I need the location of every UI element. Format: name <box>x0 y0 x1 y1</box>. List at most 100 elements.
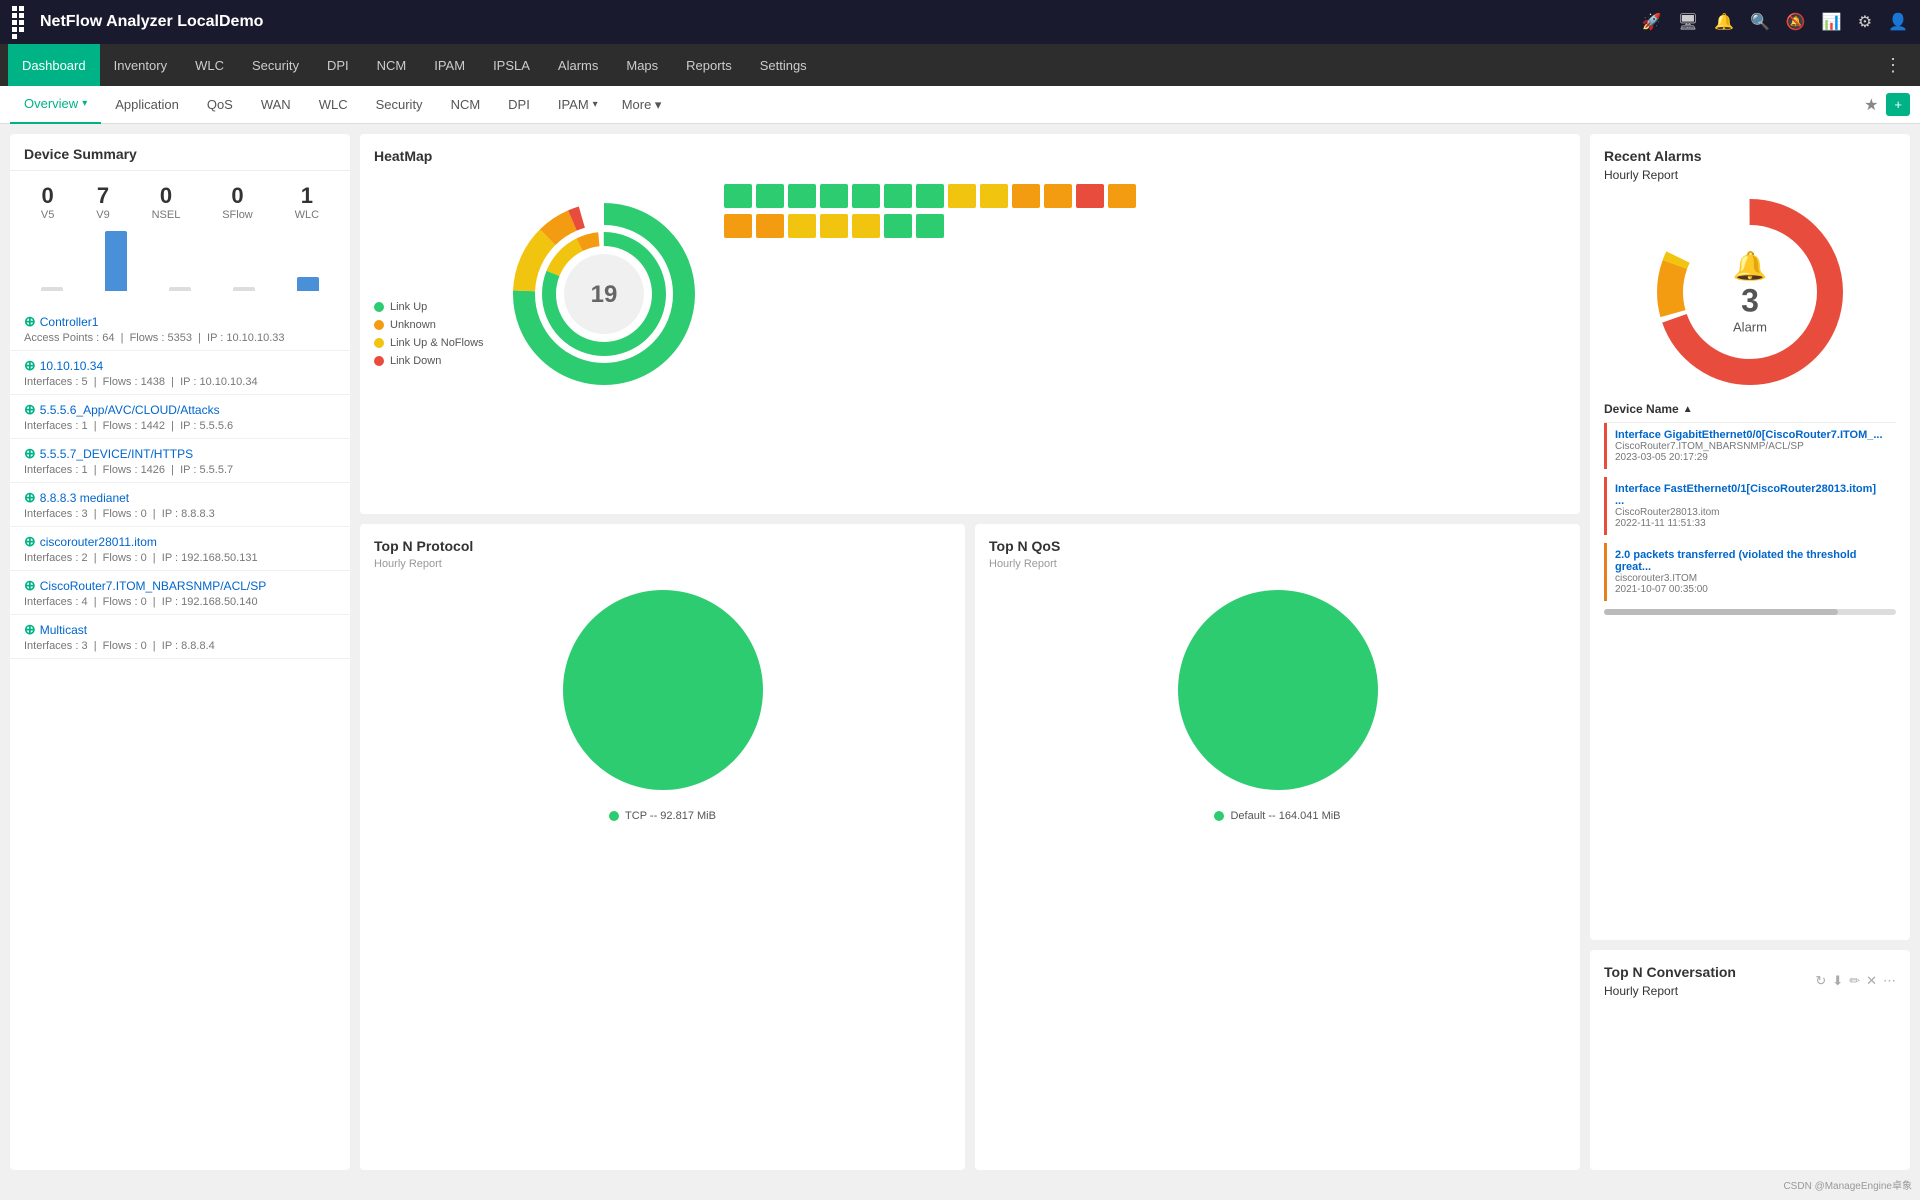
subnav-ncm[interactable]: NCM <box>437 86 495 124</box>
grid-cell[interactable] <box>756 184 784 208</box>
qos-legend-dot <box>1214 811 1224 821</box>
grid-cell[interactable] <box>916 184 944 208</box>
subnav-security[interactable]: Security <box>362 86 437 124</box>
device-name-multicast[interactable]: ⊕ Multicast <box>24 621 336 638</box>
stat-sflow: 0 SFlow <box>222 183 253 221</box>
more-icon[interactable]: ⋯ <box>1883 973 1896 989</box>
subnav-ipam[interactable]: IPAM ▾ <box>544 86 612 124</box>
bell-icon[interactable]: 🔕 <box>1786 12 1806 32</box>
subnav-wan[interactable]: WAN <box>247 86 305 124</box>
heatmap-title: HeatMap <box>374 148 1566 164</box>
nav-item-wlc[interactable]: WLC <box>181 44 238 86</box>
grid-cell[interactable] <box>884 214 912 238</box>
nav-item-dpi[interactable]: DPI <box>313 44 363 86</box>
stat-v9-num: 7 <box>96 183 109 209</box>
grid-cell[interactable] <box>852 184 880 208</box>
legend-linkup-noflows: Link Up & NoFlows <box>374 337 484 349</box>
grid-cell[interactable] <box>1076 184 1104 208</box>
grid-cell[interactable] <box>948 184 976 208</box>
subnav-wlc[interactable]: WLC <box>305 86 362 124</box>
alarm-row-3: 2.0 packets transferred (violated the th… <box>1604 543 1896 601</box>
user-icon[interactable]: 👤 <box>1888 12 1908 32</box>
device-name-5557[interactable]: ⊕ 5.5.5.7_DEVICE/INT/HTTPS <box>24 445 336 462</box>
nav-more-icon[interactable]: ⋮ <box>1874 55 1912 76</box>
nav-item-ncm[interactable]: NCM <box>363 44 421 86</box>
grid-cell[interactable] <box>788 214 816 238</box>
nav-item-reports[interactable]: Reports <box>672 44 746 86</box>
device-name-ciscorouter28011[interactable]: ⊕ ciscorouter28011.itom <box>24 533 336 550</box>
protocol-legend: TCP -- 92.817 MiB <box>374 810 951 822</box>
top-n-qos-subtitle: Hourly Report <box>989 558 1566 570</box>
expand-icon: ⊕ <box>24 445 36 462</box>
recent-alarms-title: Recent Alarms <box>1604 148 1896 164</box>
expand-icon: ⊕ <box>24 577 36 594</box>
grid-cell[interactable] <box>756 214 784 238</box>
nav-item-ipsla[interactable]: IPSLA <box>479 44 544 86</box>
nav-item-settings[interactable]: Settings <box>746 44 821 86</box>
add-dashboard-button[interactable]: + <box>1886 93 1910 116</box>
download-icon[interactable]: ⬇ <box>1832 973 1843 989</box>
legend-dot-linkup <box>374 302 384 312</box>
grid-cell[interactable] <box>884 184 912 208</box>
alarm-device-2[interactable]: Interface FastEthernet0/1[CiscoRouter280… <box>1615 483 1888 507</box>
grid-cell[interactable] <box>916 214 944 238</box>
device-info-5556: Interfaces : 1 | Flows : 1442 | IP : 5.5… <box>24 420 336 432</box>
stat-v9-label: V9 <box>96 209 109 221</box>
search-icon[interactable]: 🔍 <box>1750 12 1770 32</box>
nav-item-maps[interactable]: Maps <box>612 44 672 86</box>
grid-cell[interactable] <box>1108 184 1136 208</box>
alarm-device-3[interactable]: 2.0 packets transferred (violated the th… <box>1615 549 1888 573</box>
device-name-10.10.10.34[interactable]: ⊕ 10.10.10.34 <box>24 357 336 374</box>
expand-icon: ⊕ <box>24 401 36 418</box>
top-n-qos-title: Top N QoS <box>989 538 1566 554</box>
device-info-controller1: Access Points : 64 | Flows : 5353 | IP :… <box>24 332 336 344</box>
subnav-qos[interactable]: QoS <box>193 86 247 124</box>
device-name-5556[interactable]: ⊕ 5.5.5.6_App/AVC/CLOUD/Attacks <box>24 401 336 418</box>
legend-linkup: Link Up <box>374 301 484 313</box>
list-item: ⊕ Multicast Interfaces : 3 | Flows : 0 |… <box>10 615 350 659</box>
alarm-scrollbar[interactable] <box>1604 609 1896 615</box>
grid-icon[interactable] <box>12 6 30 39</box>
top-n-icons: ↻ ⬇ ✏ ✕ ⋯ <box>1815 973 1896 989</box>
nav-item-security[interactable]: Security <box>238 44 313 86</box>
grid-cell[interactable] <box>820 214 848 238</box>
close-icon[interactable]: ✕ <box>1866 973 1877 989</box>
nav-item-alarms[interactable]: Alarms <box>544 44 612 86</box>
top-n-protocol-title: Top N Protocol <box>374 538 951 554</box>
device-name-controller1[interactable]: ⊕ Controller1 <box>24 313 336 330</box>
center-panel: HeatMap Link Up Unknown Link Up & NoFlow… <box>360 134 1580 1170</box>
device-name-column-header[interactable]: Device Name ▲ <box>1604 402 1896 423</box>
grid-cell[interactable] <box>820 184 848 208</box>
nav-item-ipam[interactable]: IPAM <box>420 44 479 86</box>
grid-cell[interactable] <box>788 184 816 208</box>
subnav-dpi[interactable]: DPI <box>494 86 544 124</box>
subnav-more[interactable]: More ▾ <box>612 97 672 113</box>
nav-item-dashboard[interactable]: Dashboard <box>8 44 100 86</box>
subnav-overview[interactable]: Overview ▾ <box>10 86 101 124</box>
grid-cell[interactable] <box>1044 184 1072 208</box>
grid-cell[interactable] <box>852 214 880 238</box>
app-title: NetFlow Analyzer LocalDemo <box>40 13 1642 31</box>
notification-icon[interactable]: 🔔 <box>1714 12 1734 32</box>
rocket-icon[interactable]: 🚀 <box>1642 12 1662 32</box>
grid-cell[interactable] <box>1012 184 1040 208</box>
refresh-icon[interactable]: ↻ <box>1815 973 1826 989</box>
star-icon[interactable]: ★ <box>1864 95 1878 115</box>
right-panel: Recent Alarms Hourly Report 🔔 3 Alarm <box>1590 134 1910 1170</box>
legend-dot-noflows <box>374 338 384 348</box>
subnav-application[interactable]: Application <box>101 86 193 124</box>
stat-sflow-label: SFlow <box>222 209 253 221</box>
alarm-device-1[interactable]: Interface GigabitEthernet0/0[CiscoRouter… <box>1615 429 1888 441</box>
legend-dot-unknown <box>374 320 384 330</box>
display-icon[interactable]: 🖥 <box>1678 12 1698 32</box>
settings-icon[interactable]: ⚙ <box>1858 12 1872 32</box>
grid-cell[interactable] <box>724 184 752 208</box>
grid-cell[interactable] <box>724 214 752 238</box>
edit-icon[interactable]: ✏ <box>1849 973 1860 989</box>
device-name-8883[interactable]: ⊕ 8.8.8.3 medianet <box>24 489 336 506</box>
nav-item-inventory[interactable]: Inventory <box>100 44 181 86</box>
device-name-ciscorouter7[interactable]: ⊕ CiscoRouter7.ITOM_NBARSNMP/ACL/SP <box>24 577 336 594</box>
grid-cell[interactable] <box>980 184 1008 208</box>
legend-label-unknown: Unknown <box>390 319 436 331</box>
bars-icon[interactable]: 📊 <box>1822 12 1842 32</box>
